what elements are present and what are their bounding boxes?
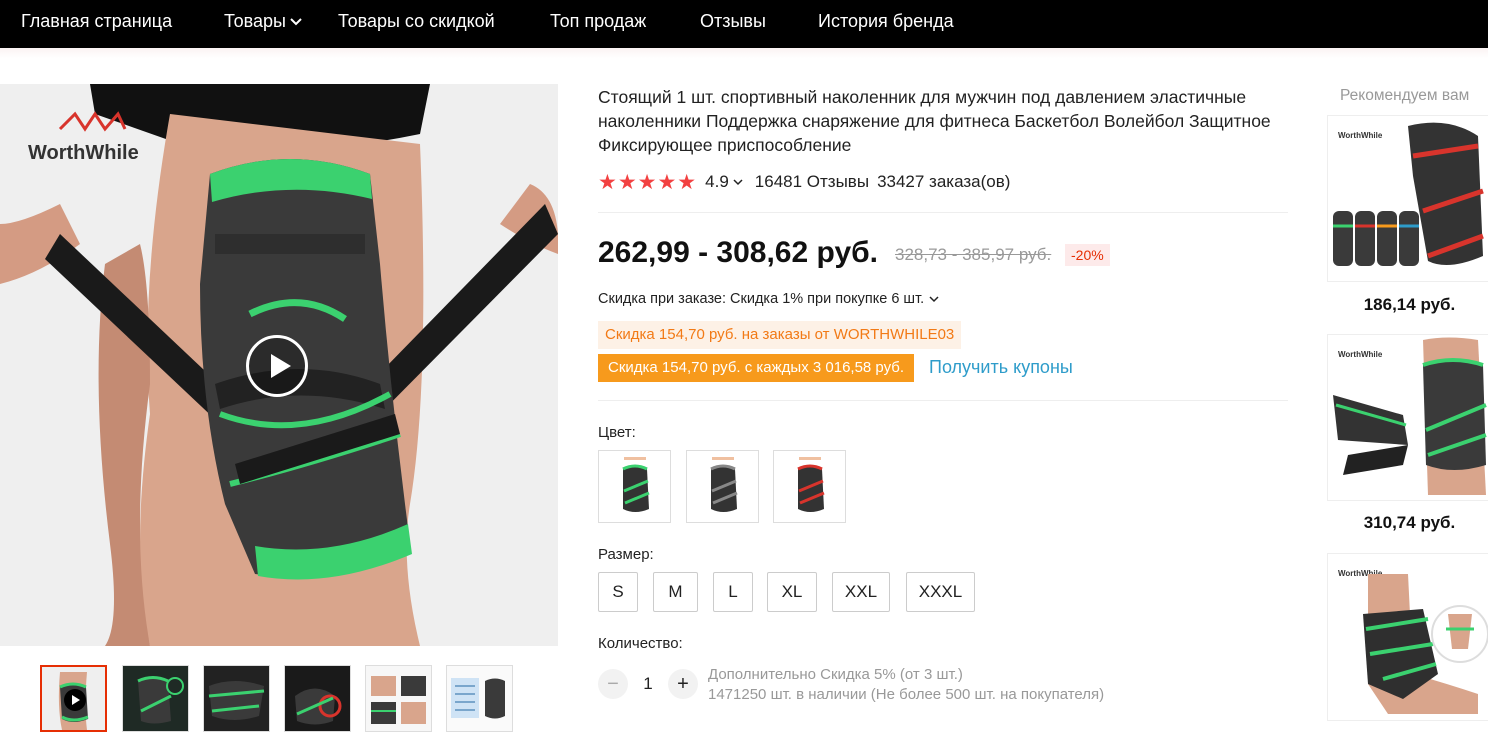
- color-swatch-gray[interactable]: [686, 450, 759, 523]
- rating-stars: ★★★★★: [598, 170, 698, 194]
- product-price: 262,99 - 308,62 руб.: [598, 236, 878, 269]
- store-coupon[interactable]: Скидка 154,70 руб. на заказы от WORTHWHI…: [598, 321, 962, 349]
- old-price: 328,73 - 385,97 руб.: [895, 245, 1052, 264]
- main-product-image[interactable]: WorthWhile: [0, 84, 558, 646]
- recommend-item-1-price[interactable]: 186,14 руб.: [1327, 295, 1488, 315]
- thumbnail-3[interactable]: [203, 665, 270, 732]
- brand-logo: WorthWhile: [28, 142, 139, 164]
- divider: [598, 212, 1288, 213]
- size-option-xxxl[interactable]: XXXL: [906, 572, 975, 612]
- nav-item-sale[interactable]: Товары со скидкой: [338, 11, 495, 32]
- chevron-down-icon: [290, 18, 302, 26]
- nav-item-brand-story[interactable]: История бренда: [818, 11, 954, 32]
- color-swatch-green[interactable]: [598, 450, 671, 523]
- nav-item-reviews[interactable]: Отзывы: [700, 11, 766, 32]
- extra-discount-note: Дополнительно Скидка 5% (от 3 шт.): [708, 666, 963, 683]
- discount-badge: -20%: [1065, 244, 1110, 266]
- size-option-s[interactable]: S: [598, 572, 638, 612]
- bulk-discount-text: Скидка при заказе: Скидка 1% при покупке…: [598, 291, 925, 307]
- nav-item-top-sales[interactable]: Топ продаж: [550, 11, 646, 32]
- rating-row: ★★★★★ 4.9 16481 Отзывы 33427 заказа(ов): [598, 170, 1011, 194]
- chevron-down-icon[interactable]: [733, 178, 743, 186]
- thumbnail-1[interactable]: [40, 665, 107, 732]
- divider: [598, 400, 1288, 401]
- quantity-decrease-button[interactable]: −: [598, 669, 628, 699]
- bulk-discount[interactable]: Скидка при заказе: Скидка 1% при покупке…: [598, 291, 939, 307]
- quantity-input[interactable]: 1: [634, 674, 662, 694]
- nav-item-products[interactable]: Товары: [224, 11, 302, 32]
- recommend-item-3[interactable]: WorthWhile: [1327, 553, 1488, 721]
- svg-text:WorthWhile: WorthWhile: [1338, 350, 1383, 359]
- size-option-l[interactable]: L: [713, 572, 753, 612]
- thumbnail-2[interactable]: [122, 665, 189, 732]
- video-play-button[interactable]: [246, 335, 308, 397]
- chevron-down-icon: [929, 296, 939, 303]
- get-coupons-link[interactable]: Получить купоны: [929, 357, 1073, 378]
- size-option-xxl[interactable]: XXL: [832, 572, 890, 612]
- orders-count: 33427 заказа(ов): [877, 172, 1011, 191]
- size-label: Размер:: [598, 546, 654, 563]
- thumbnail-4[interactable]: [284, 665, 351, 732]
- quantity-increase-button[interactable]: +: [668, 669, 698, 699]
- color-swatch-red[interactable]: [773, 450, 846, 523]
- stock-info: 1471250 шт. в наличии (Не более 500 шт. …: [708, 686, 1105, 703]
- reviews-count[interactable]: 16481 Отзывы: [755, 172, 869, 192]
- recommend-item-1[interactable]: WorthWhile: [1327, 115, 1488, 282]
- nav-item-products-label: Товары: [224, 11, 286, 31]
- product-title: Стоящий 1 шт. спортивный наколенник для …: [598, 87, 1271, 155]
- nav-shadow-band: [0, 48, 1488, 58]
- recommend-item-2[interactable]: WorthWhile: [1327, 334, 1488, 501]
- thumbnail-6[interactable]: [446, 665, 513, 732]
- top-nav: Главная страница Товары Товары со скидко…: [0, 0, 1488, 48]
- size-option-xl[interactable]: XL: [767, 572, 817, 612]
- rating-value[interactable]: 4.9: [705, 172, 729, 192]
- svg-text:WorthWhile: WorthWhile: [1338, 131, 1383, 140]
- nav-item-home[interactable]: Главная страница: [21, 11, 172, 32]
- color-label: Цвет:: [598, 424, 636, 441]
- play-icon: [64, 689, 86, 711]
- size-option-m[interactable]: M: [653, 572, 698, 612]
- quantity-label: Количество:: [598, 635, 683, 652]
- recommend-title: Рекомендуем вам: [1340, 87, 1470, 104]
- every-order-coupon[interactable]: Скидка 154,70 руб. с каждых 3 016,58 руб…: [598, 354, 915, 382]
- recommend-item-2-price[interactable]: 310,74 руб.: [1327, 513, 1488, 533]
- thumbnail-5[interactable]: [365, 665, 432, 732]
